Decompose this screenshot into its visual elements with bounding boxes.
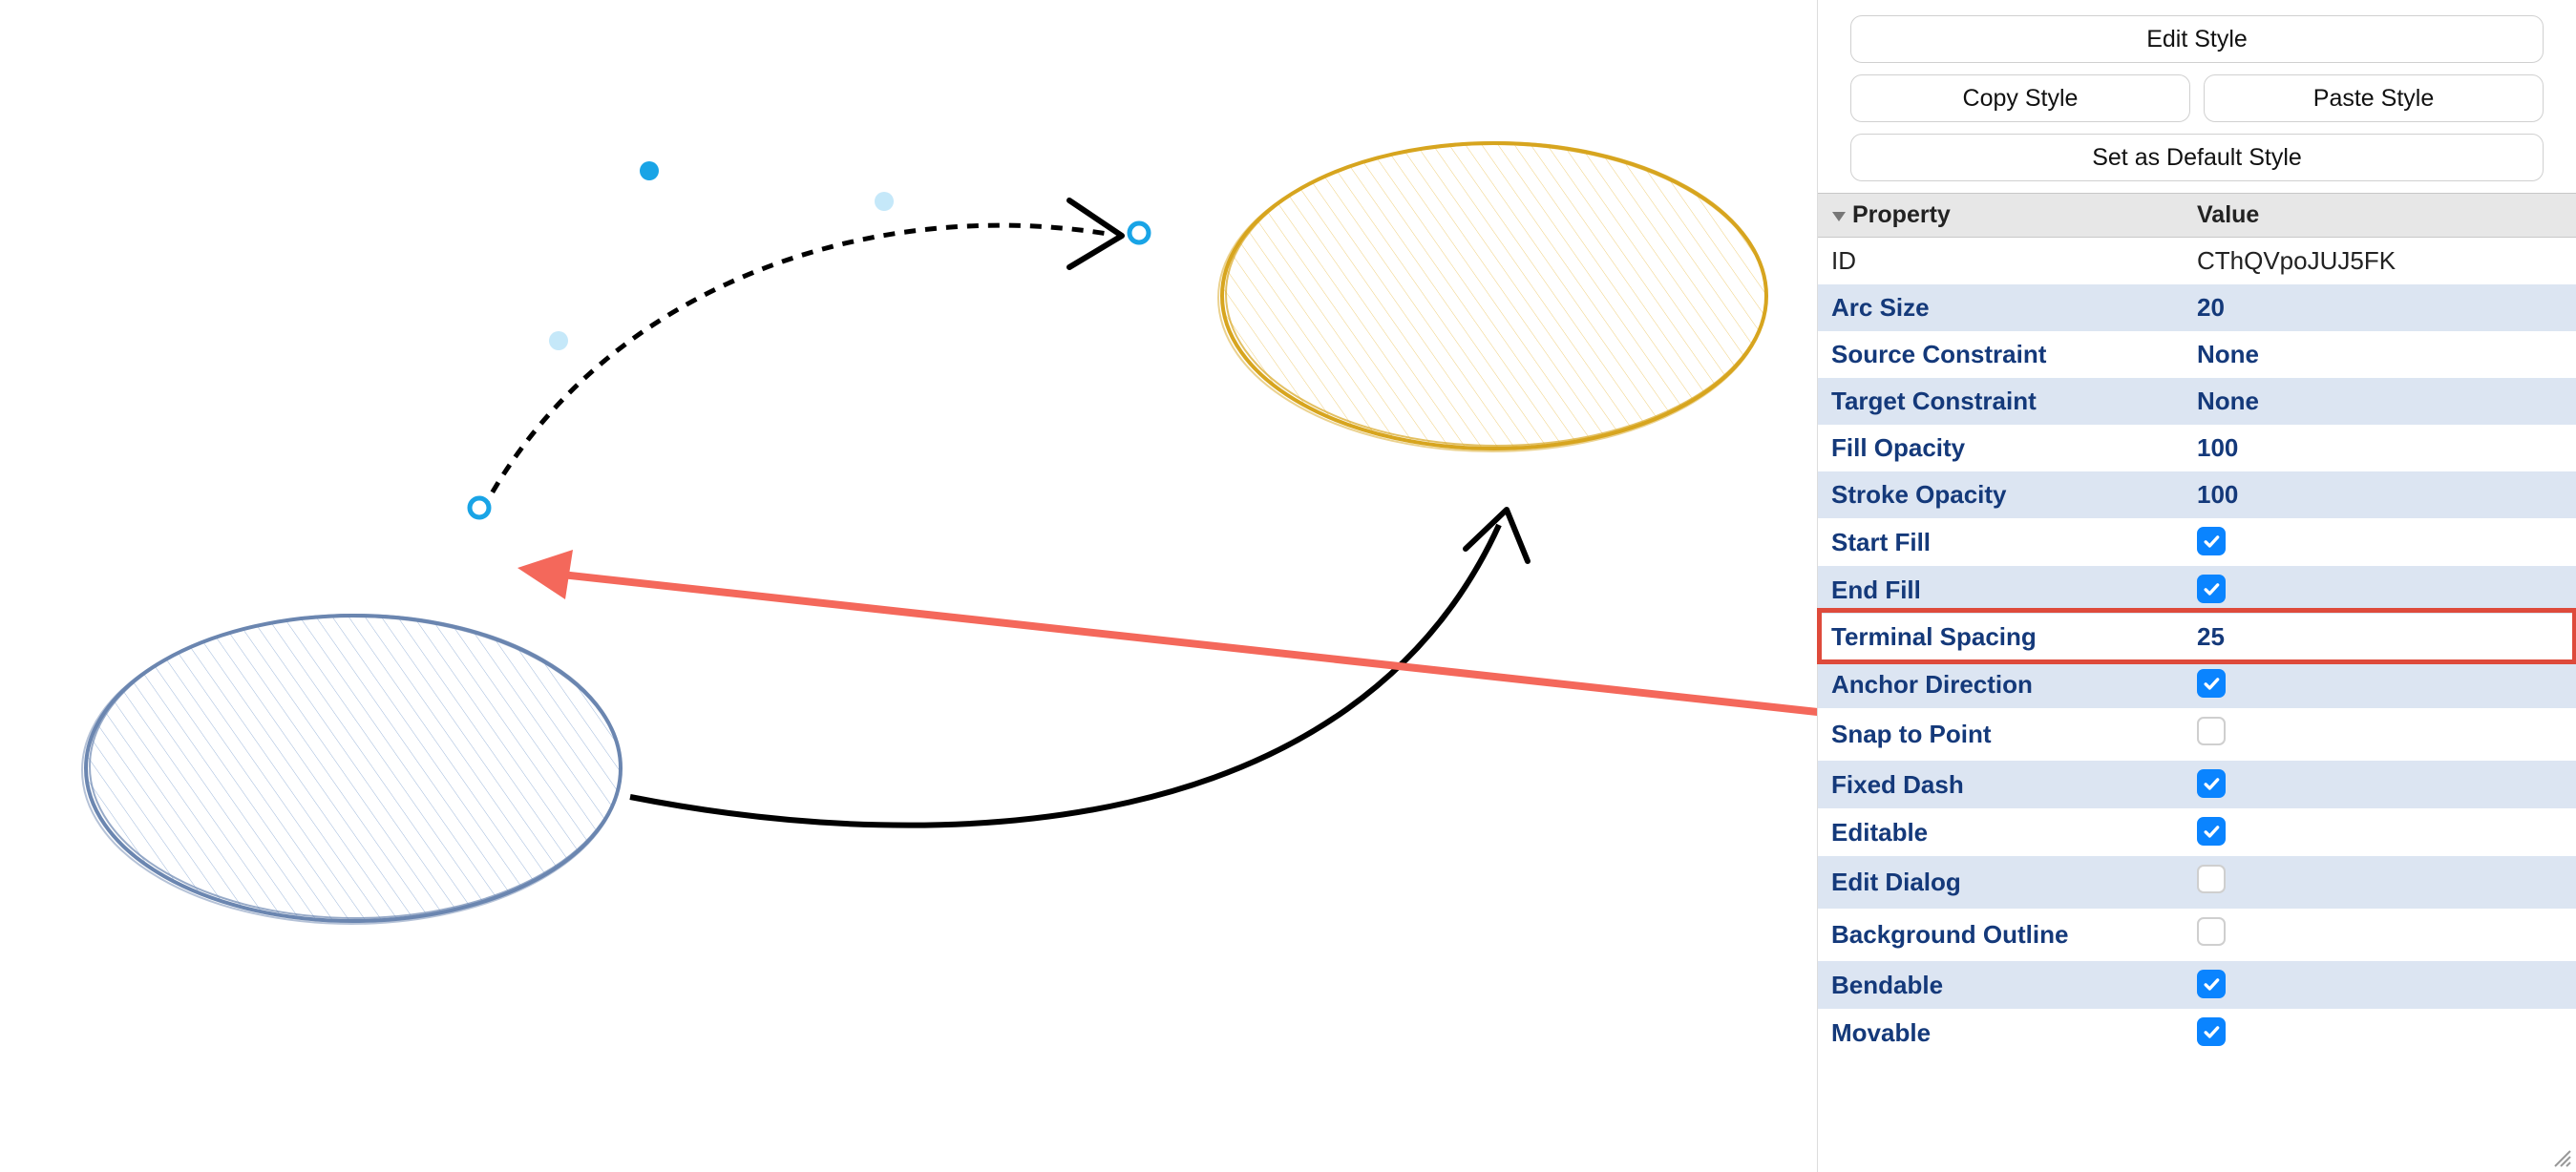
column-value-header: Value bbox=[2197, 201, 2259, 228]
checkbox[interactable] bbox=[2197, 865, 2226, 893]
property-label: Bendable bbox=[1818, 961, 2184, 1009]
property-label: Source Constraint bbox=[1818, 331, 2184, 378]
property-label: Start Fill bbox=[1818, 518, 2184, 566]
property-value[interactable] bbox=[2184, 1009, 2576, 1057]
property-label: Background Outline bbox=[1818, 909, 2184, 961]
property-value[interactable] bbox=[2184, 660, 2576, 708]
property-value[interactable] bbox=[2184, 708, 2576, 761]
property-panel: Edit Style Copy Style Paste Style Set as… bbox=[1817, 0, 2576, 1172]
property-label: Editable bbox=[1818, 808, 2184, 856]
property-row-fill_opacity: Fill Opacity100 bbox=[1818, 425, 2576, 471]
checkbox[interactable] bbox=[2197, 669, 2226, 698]
property-value[interactable] bbox=[2184, 961, 2576, 1009]
property-value[interactable] bbox=[2184, 808, 2576, 856]
checkbox[interactable] bbox=[2197, 717, 2226, 745]
property-value: CThQVpoJUJ5FK bbox=[2184, 238, 2576, 285]
property-row-fixed_dash: Fixed Dash bbox=[1818, 761, 2576, 808]
property-label: Arc Size bbox=[1818, 284, 2184, 331]
property-value[interactable] bbox=[2184, 856, 2576, 909]
property-label: Anchor Direction bbox=[1818, 660, 2184, 708]
property-label: ID bbox=[1818, 238, 2184, 285]
property-label: Fixed Dash bbox=[1818, 761, 2184, 808]
edge-waypoint-1[interactable] bbox=[639, 160, 660, 181]
property-label: Movable bbox=[1818, 1009, 2184, 1057]
property-label: Edit Dialog bbox=[1818, 856, 2184, 909]
edit-style-button[interactable]: Edit Style bbox=[1850, 15, 2544, 63]
checkbox[interactable] bbox=[2197, 769, 2226, 798]
property-row-movable: Movable bbox=[1818, 1009, 2576, 1057]
property-row-editable: Editable bbox=[1818, 808, 2576, 856]
property-value[interactable] bbox=[2184, 518, 2576, 566]
paste-style-button[interactable]: Paste Style bbox=[2204, 74, 2544, 122]
property-value[interactable]: 20 bbox=[2184, 284, 2576, 331]
property-label: Fill Opacity bbox=[1818, 425, 2184, 471]
property-row-stroke_opacity: Stroke Opacity100 bbox=[1818, 471, 2576, 518]
property-row-end_fill: End Fill bbox=[1818, 566, 2576, 614]
property-label: Target Constraint bbox=[1818, 378, 2184, 425]
property-label: Terminal Spacing bbox=[1818, 614, 2184, 660]
property-row-terminal_spacing: Terminal Spacing25 bbox=[1818, 614, 2576, 660]
column-property-header: Property bbox=[1852, 201, 1951, 228]
checkbox[interactable] bbox=[2197, 575, 2226, 603]
property-row-edit_dialog: Edit Dialog bbox=[1818, 856, 2576, 909]
property-value[interactable] bbox=[2184, 566, 2576, 614]
property-row-background_outline: Background Outline bbox=[1818, 909, 2576, 961]
set-default-style-button[interactable]: Set as Default Style bbox=[1850, 134, 2544, 181]
shape-ellipse-orange[interactable] bbox=[1213, 134, 1776, 458]
property-row-source_constraint: Source ConstraintNone bbox=[1818, 331, 2576, 378]
checkbox[interactable] bbox=[2197, 1017, 2226, 1046]
property-value[interactable]: 100 bbox=[2184, 425, 2576, 471]
checkbox[interactable] bbox=[2197, 527, 2226, 555]
property-value[interactable]: 25 bbox=[2184, 614, 2576, 660]
property-value[interactable]: None bbox=[2184, 378, 2576, 425]
diagram-canvas[interactable] bbox=[0, 0, 1817, 1172]
property-label: End Fill bbox=[1818, 566, 2184, 614]
property-label: Snap to Point bbox=[1818, 708, 2184, 761]
checkbox[interactable] bbox=[2197, 917, 2226, 946]
property-value[interactable] bbox=[2184, 761, 2576, 808]
property-row-anchor_direction: Anchor Direction bbox=[1818, 660, 2576, 708]
disclosure-icon[interactable] bbox=[1831, 201, 1847, 229]
edge-endpoint-end[interactable] bbox=[1127, 220, 1151, 245]
property-row-bendable: Bendable bbox=[1818, 961, 2576, 1009]
edge-waypoint-ghost-1[interactable] bbox=[548, 330, 569, 351]
property-row-start_fill: Start Fill bbox=[1818, 518, 2576, 566]
property-row-target_constraint: Target ConstraintNone bbox=[1818, 378, 2576, 425]
property-row-snap_to_point: Snap to Point bbox=[1818, 708, 2576, 761]
property-row-arc_size: Arc Size20 bbox=[1818, 284, 2576, 331]
resize-grip-icon bbox=[2551, 1147, 2572, 1168]
property-value[interactable]: 100 bbox=[2184, 471, 2576, 518]
shape-ellipse-blue[interactable] bbox=[76, 601, 630, 935]
edge-waypoint-ghost-2[interactable] bbox=[874, 191, 895, 212]
checkbox[interactable] bbox=[2197, 970, 2226, 998]
property-value[interactable]: None bbox=[2184, 331, 2576, 378]
checkbox[interactable] bbox=[2197, 817, 2226, 846]
property-label: Stroke Opacity bbox=[1818, 471, 2184, 518]
copy-style-button[interactable]: Copy Style bbox=[1850, 74, 2190, 122]
property-row-id: IDCThQVpoJUJ5FK bbox=[1818, 238, 2576, 285]
property-table: Property Value IDCThQVpoJUJ5FKArc Size20… bbox=[1818, 193, 2576, 1057]
edge-endpoint-start[interactable] bbox=[467, 495, 492, 520]
property-value[interactable] bbox=[2184, 909, 2576, 961]
